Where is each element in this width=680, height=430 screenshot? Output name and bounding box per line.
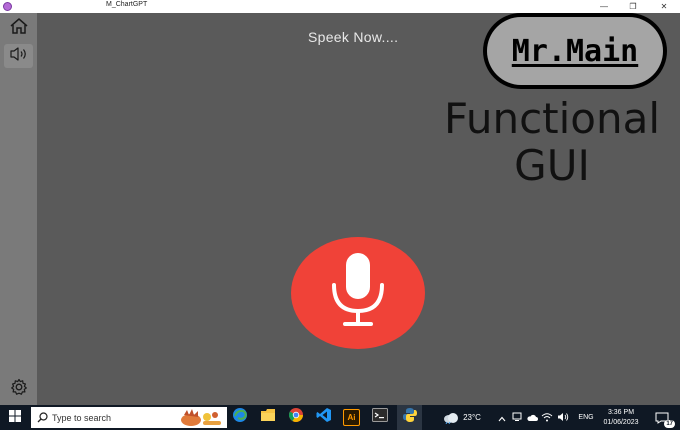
status-label: Speek Now.... (308, 29, 399, 45)
taskbar-clock[interactable]: 3:36 PM 01/06/2023 (598, 408, 644, 428)
illustrator-icon: Ai (343, 409, 360, 426)
sidebar-item-speaker[interactable] (4, 44, 33, 68)
tray-volume[interactable] (556, 405, 570, 430)
tray-overflow-button[interactable] (496, 405, 508, 430)
chrome-icon (288, 407, 304, 428)
tray-language[interactable]: ENG (575, 405, 597, 430)
headline-line1: Functional (443, 94, 661, 143)
headline: Functional GUI (437, 95, 667, 189)
window-titlebar: M_ChartGPT — ❐ ✕ (0, 0, 680, 13)
maximize-button[interactable]: ❐ (619, 0, 647, 13)
language-label: ENG (578, 414, 594, 421)
clock-time: 3:36 PM (607, 409, 635, 416)
close-button[interactable]: ✕ (650, 0, 678, 13)
search-icon (37, 412, 48, 423)
taskbar-app-file-explorer[interactable] (257, 405, 278, 430)
start-button[interactable] (4, 405, 26, 430)
terminal-icon (371, 408, 388, 427)
app-icon (3, 2, 12, 11)
sidebar-item-settings[interactable] (4, 377, 33, 401)
search-highlight-image (179, 408, 223, 427)
python-icon (402, 407, 418, 428)
taskbar-app-vscode[interactable] (313, 405, 334, 430)
window-title: M_ChartGPT (106, 1, 148, 8)
vscode-icon (316, 407, 332, 428)
microphone-button[interactable] (291, 237, 425, 349)
folder-icon (260, 408, 276, 427)
notification-icon: 17 (655, 412, 675, 428)
tray-wifi[interactable] (541, 405, 553, 430)
sidebar (0, 13, 37, 405)
taskbar: Ai 23°C (0, 405, 680, 430)
wifi-icon (541, 409, 553, 427)
minimize-button[interactable]: — (590, 0, 618, 13)
brand-logo: Mr.Main (483, 13, 667, 89)
weather-cloud-icon (443, 412, 459, 424)
home-icon (9, 17, 29, 40)
cloud-icon (526, 409, 538, 427)
main-panel: Speek Now.... Mr.Main Functional GUI (37, 13, 680, 405)
tray-onedrive[interactable] (526, 405, 538, 430)
speaker-icon (9, 46, 29, 67)
taskbar-app-python[interactable] (397, 405, 422, 430)
weather-widget[interactable]: 23°C (436, 405, 488, 430)
gear-icon (9, 377, 29, 402)
windows-icon (9, 409, 21, 427)
headline-line2: GUI (514, 141, 590, 190)
taskbar-search[interactable] (31, 407, 227, 428)
logo-text: Mr.Main (511, 33, 639, 69)
taskbar-app-chrome[interactable] (285, 405, 306, 430)
taskbar-app-edge[interactable] (229, 405, 250, 430)
notification-center-button[interactable]: 17 (651, 405, 675, 430)
clock-date: 01/06/2023 (603, 419, 639, 426)
search-input[interactable] (52, 412, 172, 423)
microphone-icon (327, 251, 389, 336)
chevron-up-icon (498, 409, 506, 427)
weather-temp: 23°C (463, 413, 481, 422)
volume-icon (557, 409, 569, 427)
taskbar-app-illustrator[interactable]: Ai (341, 405, 362, 430)
taskbar-app-terminal[interactable] (369, 405, 390, 430)
notification-badge: 17 (664, 419, 675, 428)
device-icon (512, 409, 522, 427)
tray-network-device[interactable] (511, 405, 523, 430)
sidebar-item-home[interactable] (4, 16, 33, 40)
edge-icon (232, 407, 248, 428)
